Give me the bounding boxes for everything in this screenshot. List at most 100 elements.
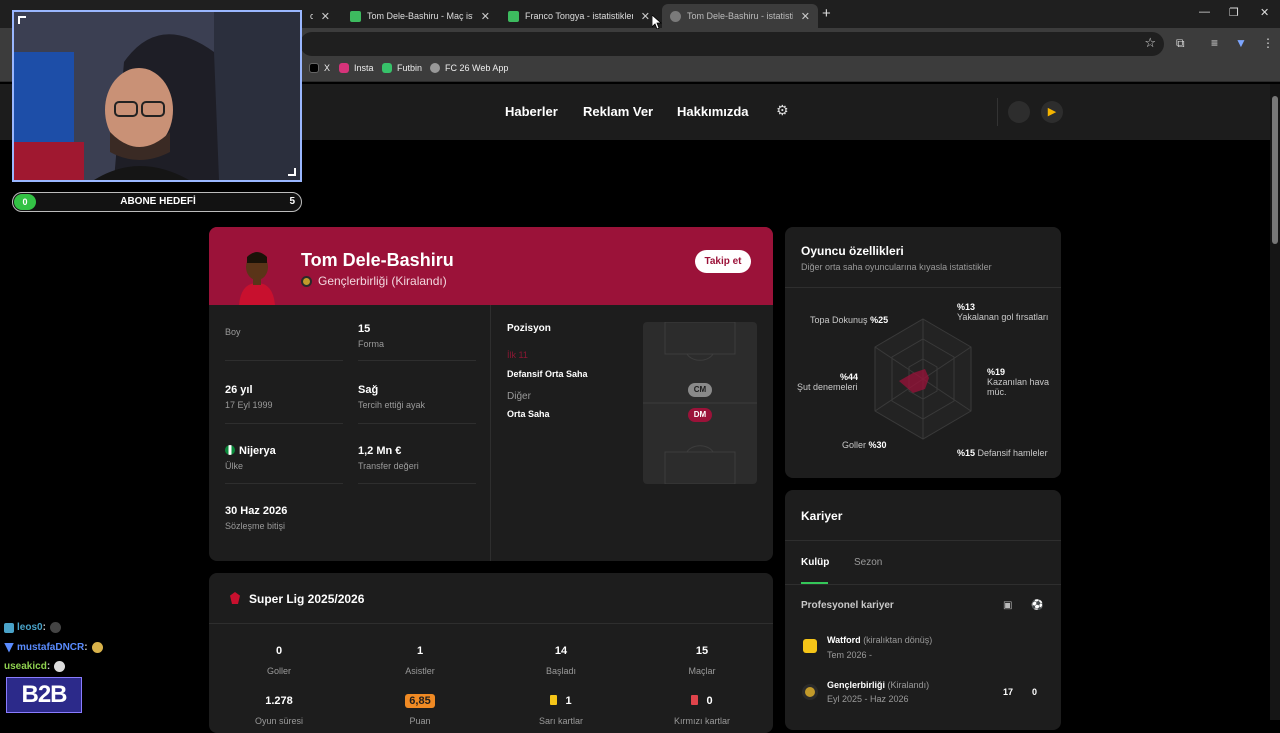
stat-minutes: 1.278 Oyun süresi [229, 695, 329, 726]
player-name: Tom Dele-Bashiru [301, 250, 454, 270]
stat-value: 0 [706, 695, 713, 707]
career-title: Kariyer [801, 509, 843, 523]
streamer-webcam-image [14, 12, 300, 180]
page-scrollbar[interactable] [1270, 84, 1280, 720]
minimize-icon[interactable]: — [1199, 6, 1210, 18]
stat-value: 1 [416, 645, 424, 657]
trait-name: Şut denemeleri [797, 382, 858, 392]
divider [490, 305, 491, 561]
bookmark-fc26[interactable]: FC 26 Web App [430, 63, 508, 73]
globe-icon [430, 63, 440, 73]
row-divider [358, 483, 476, 484]
more-menu-icon[interactable]: ⋮ [1262, 36, 1274, 50]
stat-yellow-cards: 1 Sarı kartlar [511, 695, 611, 726]
bookmark-x[interactable]: X [309, 63, 330, 73]
tab-club[interactable]: Kulüp [801, 557, 829, 568]
trait-goals: Goller %30 [842, 440, 887, 450]
stat-value: 14 [554, 645, 568, 657]
maximize-icon[interactable]: ❐ [1229, 6, 1239, 19]
trait-chances: %13 Yakalanan gol fırsatları [957, 302, 1048, 322]
traits-title: Oyuncu özellikleri [801, 244, 904, 258]
tab-title: Tom Dele-Bashiru - Maç istatistikleri [367, 11, 473, 21]
close-tab-icon[interactable]: ✕ [481, 10, 490, 23]
position-primary: Defansif Orta Saha [507, 369, 588, 379]
stat-label: Asistler [405, 666, 435, 676]
stat-value: 1.278 [265, 695, 293, 707]
stat-label: Oyun süresi [254, 716, 304, 726]
profile-icon[interactable]: ▼ [1235, 36, 1247, 50]
player-photo [239, 252, 275, 305]
stat-value: 0 [275, 645, 283, 657]
nav-advertise[interactable]: Reklam Ver [583, 104, 653, 119]
media-control-icon[interactable]: ≡ [1211, 36, 1218, 50]
trait-value: %30 [868, 440, 887, 450]
trait-defensive: %15 Defansif hamleler [957, 448, 1048, 458]
season-title[interactable]: Super Lig 2025/2026 [249, 592, 364, 606]
nav-divider [997, 98, 998, 126]
stat-assists: 1 Asistler [370, 645, 470, 676]
close-window-icon[interactable]: ✕ [1260, 6, 1269, 19]
close-tab-icon[interactable]: ✕ [641, 10, 650, 23]
stat-value: 15 [695, 645, 709, 657]
address-bar[interactable]: ☆ [300, 32, 1164, 56]
tab-title: Franco Tongya - istatistikler, kariyer [525, 11, 633, 21]
attr-value: Sağ [358, 384, 379, 396]
scroll-thumb[interactable] [1272, 96, 1278, 244]
stat-started: 14 Başladı [511, 645, 611, 676]
chat-message: mustafaDNCR : [4, 642, 103, 653]
trait-name: Topa Dokunuş [810, 315, 868, 325]
chat-username: leos0 [17, 622, 43, 633]
futbin-icon [382, 63, 392, 73]
bookmark-label: FC 26 Web App [445, 63, 509, 73]
club-note: (kiralıktan dönüş) [863, 635, 933, 645]
league-logo-icon [230, 592, 240, 604]
row-divider [225, 360, 343, 361]
stat-label: Sarı kartlar [538, 716, 583, 726]
chat-username: useakicd [4, 661, 47, 672]
extensions-icon[interactable]: ⧉ [1176, 36, 1185, 51]
traits-card: Oyuncu özellikleri Diğer orta saha oyunc… [785, 227, 1061, 478]
stat-red-cards: 0 Kırmızı kartlar [652, 695, 752, 726]
player-club[interactable]: Gençlerbirliği (Kiralandı) [301, 274, 447, 288]
trait-value: %15 [957, 448, 976, 458]
career-goals: 0 [1032, 687, 1038, 697]
goal-target: 5 [289, 196, 295, 207]
tab-3[interactable]: Franco Tongya - istatistikler, kariyer ✕ [500, 4, 658, 28]
close-tab-icon[interactable]: ✕ [321, 10, 330, 23]
instagram-icon [339, 63, 349, 73]
x-logo-icon [309, 63, 319, 73]
new-tab-button[interactable]: + [822, 5, 831, 22]
bookmark-star-icon[interactable]: ☆ [1144, 35, 1156, 51]
attr-value: 15 [358, 323, 371, 335]
divider [785, 540, 1061, 541]
position-chip-dm: DM [688, 408, 712, 422]
career-date: Eyl 2025 - Haz 2026 [827, 694, 909, 704]
tab-4-active[interactable]: Tom Dele-Bashiru - istatistikler ✕ [662, 4, 818, 28]
play-store-icon[interactable]: ▶ [1041, 101, 1063, 123]
apple-app-icon[interactable] [1008, 101, 1030, 123]
close-tab-icon[interactable]: ✕ [801, 10, 810, 23]
yellow-card-icon [550, 695, 558, 705]
tab-season[interactable]: Sezon [854, 557, 882, 568]
stat-label: Puan [409, 716, 431, 726]
row-divider [225, 423, 343, 424]
club-note: (Kiralandı) [887, 680, 930, 690]
bookmark-insta[interactable]: Insta [339, 63, 374, 73]
nav-news[interactable]: Haberler [505, 104, 558, 119]
trait-shots: %44 Şut denemeleri [797, 372, 858, 392]
nigeria-flag-icon [225, 445, 235, 455]
radar-chart [874, 318, 972, 440]
bookmark-futbin[interactable]: Futbin [382, 63, 422, 73]
stat-label: Maçlar [688, 666, 716, 676]
tab-1[interactable]: ogl ✕ [302, 4, 338, 28]
divider [785, 287, 1061, 288]
club-crest-icon [301, 275, 312, 287]
chat-username: mustafaDNCR [17, 642, 85, 653]
tab-2[interactable]: Tom Dele-Bashiru - Maç istatistikleri ✕ [342, 4, 498, 28]
follow-button[interactable]: Takip et [695, 250, 751, 273]
red-card-icon [691, 695, 699, 705]
attr-value: 26 yıl [225, 384, 253, 396]
chat-avatar-icon [49, 622, 61, 633]
settings-gear-icon[interactable]: ⚙ [776, 102, 789, 119]
nav-about[interactable]: Hakkımızda [677, 104, 749, 119]
